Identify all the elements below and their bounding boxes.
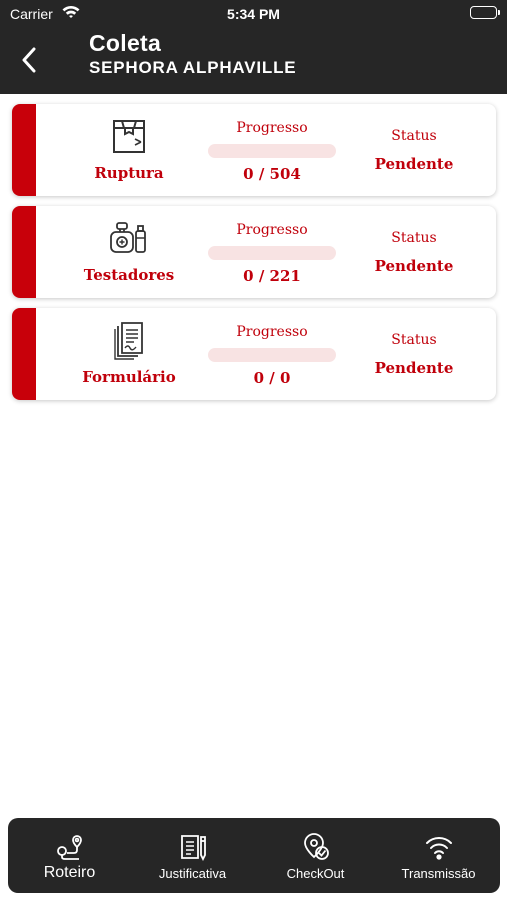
card-accent-strip — [12, 206, 36, 298]
progress-label: Progresso — [236, 324, 308, 340]
status-value: Pendente — [374, 155, 454, 173]
tab-justificativa[interactable]: Justificativa — [131, 818, 254, 893]
tab-checkout[interactable]: CheckOut — [254, 818, 377, 893]
progress-bar — [208, 348, 336, 362]
checkout-pin-icon — [302, 832, 330, 862]
progress-bar — [208, 144, 336, 158]
route-icon — [55, 832, 85, 862]
documents-icon — [107, 320, 151, 360]
clock: 5:34 PM — [227, 6, 280, 22]
status-label: Status — [391, 128, 437, 144]
tab-label: Transmissão — [401, 866, 476, 881]
card-name: Testadores — [83, 266, 175, 284]
status-value: Pendente — [374, 359, 454, 377]
tab-label: Justificativa — [158, 866, 227, 881]
progress-label: Progresso — [236, 120, 308, 136]
back-button[interactable] — [14, 42, 44, 78]
progress-count: 0 / 504 — [243, 165, 301, 183]
chevron-left-icon — [22, 47, 36, 73]
collection-card-testadores[interactable]: Testadores Progresso 0 / 221 Status Pend… — [12, 206, 496, 298]
card-accent-strip — [12, 104, 36, 196]
card-name: Ruptura — [94, 164, 164, 182]
collection-card-ruptura[interactable]: Ruptura Progresso 0 / 504 Status Pendent… — [12, 104, 496, 196]
status-value: Pendente — [374, 257, 454, 275]
card-accent-strip — [12, 308, 36, 400]
status-label: Status — [391, 230, 437, 246]
page-title: Coleta — [89, 30, 162, 56]
box-icon — [107, 116, 151, 156]
store-name: SEPHORA ALPHAVILLE — [89, 58, 297, 77]
progress-bar — [208, 246, 336, 260]
status-label: Status — [391, 332, 437, 348]
tab-transmissao[interactable]: Transmissão — [377, 818, 500, 893]
tab-label: CheckOut — [286, 866, 345, 881]
tab-roteiro[interactable]: Roteiro — [8, 818, 131, 893]
status-bar: Carrier 5:34 PM — [0, 0, 507, 28]
progress-count: 0 / 0 — [253, 369, 291, 387]
card-name: Formulário — [82, 368, 176, 386]
bottom-tab-bar: Roteiro Justificativa CheckOut Transmiss… — [8, 818, 500, 893]
battery-icon — [470, 6, 500, 19]
wifi-icon — [424, 832, 454, 862]
progress-count: 0 / 221 — [243, 267, 301, 285]
justification-icon — [179, 832, 207, 862]
perfume-bottles-icon — [107, 218, 151, 258]
progress-label: Progresso — [236, 222, 308, 238]
tab-label: Roteiro — [43, 864, 96, 881]
header: Coleta SEPHORA ALPHAVILLE — [0, 28, 507, 94]
collection-card-formulario[interactable]: Formulário Progresso 0 / 0 Status Penden… — [12, 308, 496, 400]
